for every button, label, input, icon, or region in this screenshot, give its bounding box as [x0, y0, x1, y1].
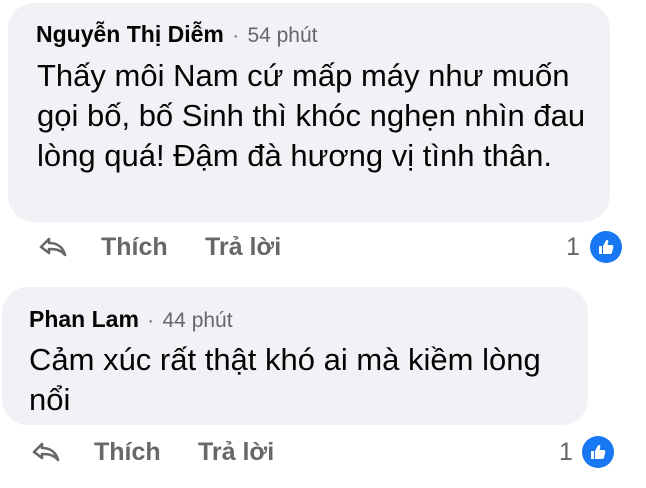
share-icon[interactable] — [37, 231, 69, 263]
comment-actions: Thích Trả lời 1 — [0, 433, 646, 473]
comment-time[interactable]: 54 phút — [247, 24, 317, 47]
separator-dot: · — [147, 310, 155, 332]
like-button[interactable]: Thích — [101, 233, 168, 262]
comment-text: Thấy môi Nam cứ mấp máy như muốn gọi bố,… — [37, 58, 586, 173]
reaction-count[interactable]: 1 — [559, 438, 573, 467]
comment-actions: Thích Trả lời 1 — [0, 228, 646, 268]
comment-1: Nguyễn Thị Diễm · 54 phút Thấy môi Nam c… — [0, 0, 646, 275]
author-name[interactable]: Phan Lam — [29, 306, 139, 332]
reply-button[interactable]: Trả lời — [198, 438, 274, 467]
reaction-count[interactable]: 1 — [566, 233, 580, 262]
like-reaction-badge[interactable] — [582, 436, 614, 468]
like-icon — [591, 444, 606, 459]
share-icon[interactable] — [30, 436, 62, 468]
separator-dot: · — [232, 25, 239, 47]
comment-2: Phan Lam · 44 phút Cảm xúc rất thật khó … — [0, 285, 646, 488]
comment-header: Nguyễn Thị Diễm · 54 phút — [36, 21, 318, 48]
like-icon — [599, 239, 614, 254]
comment-bubble: Phan Lam · 44 phút Cảm xúc rất thật khó … — [2, 287, 588, 425]
reply-button[interactable]: Trả lời — [205, 233, 281, 262]
like-button[interactable]: Thích — [94, 438, 161, 467]
author-name[interactable]: Nguyễn Thị Diễm — [36, 21, 224, 47]
comment-time[interactable]: 44 phút — [163, 309, 233, 332]
comment-bubble: Nguyễn Thị Diễm · 54 phút Thấy môi Nam c… — [8, 3, 610, 222]
like-reaction-badge[interactable] — [590, 231, 622, 263]
comment-text: Cảm xúc rất thật khó ai mà kiềm lòng nổi — [29, 342, 541, 417]
comment-header: Phan Lam · 44 phút — [29, 306, 233, 333]
